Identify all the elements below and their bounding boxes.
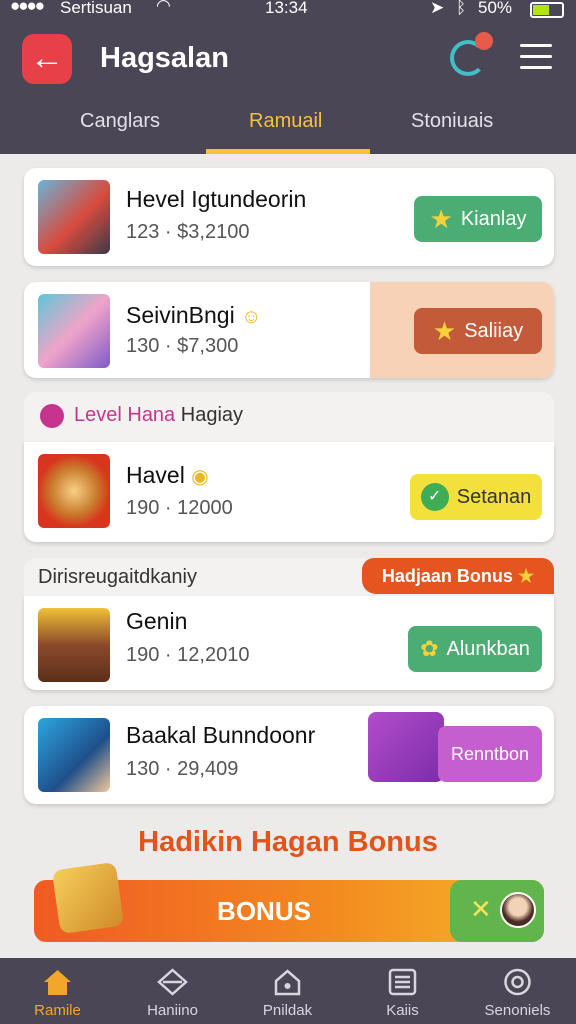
item-meta: 123 · $3,2100 — [126, 221, 250, 243]
diamond-icon — [157, 968, 188, 996]
item-thumbnail — [38, 294, 110, 368]
coin-icon: ◉ — [191, 466, 209, 488]
tab-ramuail[interactable]: Ramuail — [249, 110, 322, 133]
list-item[interactable]: Genin 190 · 12,2010 ✿ Alunkban — [24, 596, 554, 690]
item-title: Genin — [126, 608, 188, 634]
signal-icon: ●●●● — [10, 0, 45, 15]
item-title: SeivinBngi ☺ — [126, 302, 262, 328]
page-title: Hagsalan — [100, 42, 229, 74]
active-tab-indicator — [206, 149, 370, 154]
item-meta: 190 · 12000 — [126, 497, 233, 519]
item-action-button[interactable]: ✓ Setanan — [410, 474, 542, 520]
level-section-title: Level Hana Hagiay — [74, 404, 244, 426]
nav-item-pnildak[interactable]: Pnildak — [230, 958, 345, 1024]
check-circle-icon: ✓ — [420, 483, 449, 511]
nav-item-kaiis[interactable]: Kaiis — [345, 958, 460, 1024]
arrow-left-icon: ← — [30, 39, 64, 77]
item-thumbnail — [38, 718, 110, 792]
close-icon[interactable]: ✕ — [470, 894, 492, 925]
item-action-button[interactable]: Renntbon — [438, 726, 542, 782]
tab-canglars[interactable]: Canglars — [80, 110, 160, 133]
bonus-side-panel[interactable]: ✕ — [450, 880, 544, 942]
battery-icon — [530, 2, 564, 18]
smile-icon: ☺ — [241, 306, 262, 328]
item-promo-image — [368, 712, 444, 782]
hamburger-menu-icon[interactable] — [520, 44, 552, 70]
wifi-icon: ◠ — [156, 0, 171, 15]
list-icon — [387, 968, 418, 996]
nav-item-ramile[interactable]: Ramile — [0, 958, 115, 1024]
hadjaan-bonus-badge[interactable]: Hadjaan Bonus ★ — [362, 558, 554, 594]
item-action-button[interactable]: ★ Kianlay — [414, 196, 542, 242]
back-button[interactable]: ← — [22, 34, 72, 84]
level-section-header: Level Hana Hagiay — [24, 392, 554, 442]
item-meta: 130 · $7,300 — [126, 335, 239, 357]
bluetooth-icon: ᛒ — [456, 0, 467, 17]
clock: 13:34 — [265, 0, 308, 17]
nav-item-haniino[interactable]: Haniino — [115, 958, 230, 1024]
nav-item-senoniels[interactable]: Senoniels — [460, 958, 575, 1024]
tab-stoniuais[interactable]: Stoniuais — [411, 110, 493, 133]
location-icon: ➤ — [430, 0, 445, 17]
bonus-heading: Hadikin Hagan Bonus — [138, 826, 438, 858]
star-icon: ★ — [432, 315, 457, 346]
list-item[interactable]: Havel ◉ 190 · 12000 ✓ Setanan — [24, 442, 554, 542]
carrier-label: Sertisuan — [60, 0, 132, 17]
home-icon — [42, 968, 73, 996]
discover-section-title: Dirisreugaitdkaniy — [38, 566, 197, 588]
notification-dot — [475, 32, 493, 50]
item-title: Baakal Bunndoonr — [126, 722, 316, 748]
item-meta: 190 · 12,2010 — [126, 644, 250, 666]
settings-icon — [502, 968, 533, 996]
item-thumbnail — [38, 608, 110, 682]
list-item[interactable]: Baakal Bunndoonr 130 · 29,409 Renntbon — [24, 706, 554, 804]
item-thumbnail — [38, 454, 110, 528]
bottom-nav: Ramile Haniino Pnildak Kaiis Senoniels — [0, 958, 576, 1024]
item-title: Hevel Igtundeorin — [126, 186, 307, 212]
house-icon — [272, 968, 303, 996]
star-icon: ★ — [517, 566, 535, 586]
app-header: ← Hagsalan Canglars Ramuail Stoniuais — [0, 22, 576, 154]
battery-percent: 50% — [478, 0, 513, 17]
status-bar: ●●●● Sertisuan ◠ 13:34 ➤ ᛒ 50% — [0, 0, 576, 22]
discover-section-header: Dirisreugaitdkaniy Hadjaan Bonus ★ — [24, 558, 554, 596]
item-action-button[interactable]: ✿ Alunkban — [408, 626, 542, 672]
bonus-button[interactable]: BONUS ✕ — [34, 861, 544, 942]
item-thumbnail — [38, 180, 110, 254]
item-title: Havel ◉ — [126, 462, 209, 488]
star-icon: ★ — [429, 203, 453, 234]
item-meta: 130 · 29,409 — [126, 758, 239, 780]
avatar — [500, 892, 536, 928]
list-item[interactable]: Hevel Igtundeorin 123 · $3,2100 ★ Kianla… — [24, 168, 554, 266]
gift-icon: ✿ — [420, 636, 439, 661]
level-badge-icon — [40, 404, 64, 428]
item-action-button[interactable]: ★ Saliiay — [414, 308, 542, 354]
list-item[interactable]: SeivinBngi ☺ 130 · $7,300 ★ Saliiay — [24, 282, 554, 378]
